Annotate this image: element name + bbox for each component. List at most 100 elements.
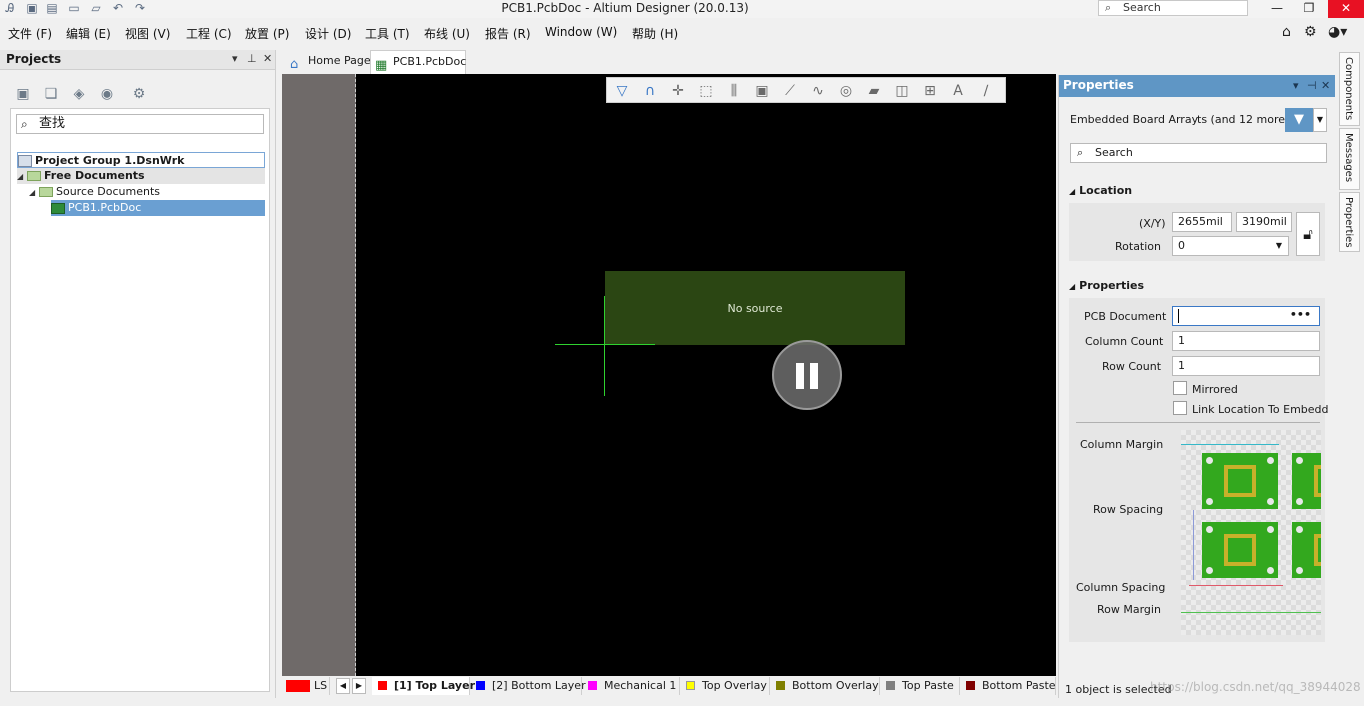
location-section-header[interactable]: ◢ Location — [1069, 184, 1132, 197]
y-input[interactable]: 3190mil — [1236, 212, 1292, 232]
pause-icon — [810, 363, 818, 389]
restore-button[interactable]: ❐ — [1294, 0, 1324, 18]
row-count-input[interactable]: 1 — [1172, 356, 1320, 376]
layer-tab-bottom-paste[interactable]: Bottom Paste — [960, 677, 1056, 695]
properties-section-header[interactable]: ◢ Properties — [1069, 279, 1144, 292]
align-icon[interactable]: ⫼ — [725, 82, 743, 100]
layer-tab-label: Bottom Overlay — [792, 679, 879, 692]
gear-icon[interactable]: ⚙ — [1304, 24, 1317, 40]
more-options-icon[interactable]: ••• — [1290, 306, 1311, 324]
x-input[interactable]: 2655mil — [1172, 212, 1232, 232]
layer-tab-bottom-overlay[interactable]: Bottom Overlay — [770, 677, 880, 695]
tune-icon[interactable]: ∿ — [809, 82, 827, 100]
settings-icon[interactable]: ⚙ — [130, 86, 148, 104]
pin-icon[interactable]: ⊥ — [247, 52, 257, 65]
layer-tab-label: [2] Bottom Layer — [492, 679, 586, 692]
copy-doc-icon[interactable]: ❏ — [42, 86, 60, 104]
tree-source-documents-label: Source Documents — [56, 185, 160, 198]
move-icon[interactable]: ✛ — [669, 82, 687, 100]
layer-set-ls[interactable]: LS — [284, 677, 330, 695]
panel-menu-icon[interactable]: ▾ — [232, 52, 238, 65]
tab-home-label: Home Page — [308, 54, 371, 67]
layer-scroll-right-icon[interactable]: ▶ — [352, 678, 366, 694]
pcb-document-input[interactable]: ••• — [1172, 306, 1320, 326]
compile-icon[interactable]: ◈ — [70, 86, 88, 104]
magnet-icon[interactable]: ∩ — [641, 82, 659, 100]
side-tab-components[interactable]: Components — [1339, 52, 1360, 126]
select-rect-icon[interactable]: ⬚ — [697, 82, 715, 100]
tab-home-page[interactable]: ⌂ Home Page — [286, 50, 371, 74]
embedded-board-array[interactable]: No source — [605, 271, 905, 345]
side-tab-properties[interactable]: Properties — [1339, 192, 1360, 252]
tree-project-group[interactable]: Project Group 1.DsnWrk — [17, 152, 265, 168]
link-location-checkbox[interactable] — [1173, 401, 1187, 415]
panel-close-icon[interactable]: ✕ — [1321, 79, 1330, 92]
panel-menu-icon[interactable]: ▾ — [1293, 79, 1299, 92]
layer-tab-mechanical1[interactable]: Mechanical 1 — [582, 677, 680, 695]
route-icon[interactable]: ⟋ — [781, 82, 799, 100]
menu-help[interactable]: 帮助 (H) — [632, 25, 678, 42]
fill-icon[interactable]: ▰ — [865, 82, 883, 100]
layer-tab-top-overlay[interactable]: Top Overlay — [680, 677, 770, 695]
close-window-button[interactable]: ✕ — [1328, 0, 1364, 18]
tree-free-documents[interactable]: ◢ Free Documents — [17, 168, 265, 184]
menu-tools[interactable]: 工具 (T) — [365, 25, 410, 42]
tab-pcb-label: PCB1.PcbDoc — [393, 55, 467, 68]
expand-arrow-icon[interactable]: ◢ — [29, 185, 39, 200]
user-icon[interactable]: ◕▾ — [1328, 24, 1347, 40]
menu-place[interactable]: 放置 (P) — [245, 25, 289, 42]
dimension-icon[interactable]: ⊞ — [921, 82, 939, 100]
pcb-canvas[interactable]: ▽ ∩ ✛ ⬚ ⫼ ▣ ⟋ ∿ ◎ ▰ ◫ ⊞ A ∕ No source — [282, 74, 1056, 676]
active-bar-toolbar: ▽ ∩ ✛ ⬚ ⫼ ▣ ⟋ ∿ ◎ ▰ ◫ ⊞ A ∕ — [606, 77, 1006, 103]
pause-button[interactable] — [772, 340, 842, 410]
menu-route[interactable]: 布线 (U) — [424, 25, 470, 42]
lock-button[interactable]: 🔓︎ — [1296, 212, 1320, 256]
filter-icon: ▼ — [1294, 112, 1304, 127]
chevron-down-icon: ▼ — [1316, 115, 1324, 124]
layer-tab-bottom[interactable]: [2] Bottom Layer — [470, 677, 586, 695]
tree-pcb-doc-label: PCB1.PcbDoc — [68, 201, 142, 214]
projects-search-placeholder: 查找 — [39, 116, 66, 131]
menu-window[interactable]: Window (W) — [545, 25, 617, 39]
filter-button[interactable]: ▼ — [1285, 108, 1313, 132]
filter-icon[interactable]: ▽ — [613, 82, 631, 100]
layer-tab-top-paste[interactable]: Top Paste — [880, 677, 960, 695]
layer-color-swatch — [886, 681, 895, 690]
chevron-down-icon: ▼ — [1275, 241, 1282, 250]
properties-search-placeholder: Search — [1095, 146, 1133, 159]
line-icon[interactable]: ∕ — [977, 82, 995, 100]
title-search-input[interactable]: ⌕ Search — [1098, 0, 1248, 16]
tree-source-documents[interactable]: ◢ Source Documents — [29, 184, 265, 200]
filter-dropdown-button[interactable]: ▼ — [1313, 108, 1327, 132]
menu-view[interactable]: 视图 (V) — [125, 25, 170, 42]
rotation-select[interactable]: 0 ▼ — [1172, 236, 1289, 256]
layer-tab-top[interactable]: [1] Top Layer — [372, 677, 475, 695]
save-project-icon[interactable]: ▣ — [14, 86, 32, 104]
menu-reports[interactable]: 报告 (R) — [485, 25, 531, 42]
properties-search-input[interactable]: ⌕ Search — [1070, 143, 1327, 163]
home-icon[interactable]: ⌂ — [1282, 24, 1291, 40]
tab-pcb-doc[interactable]: ▦ PCB1.PcbDoc — [370, 50, 466, 74]
pin-icon[interactable]: ⊣ — [1307, 79, 1317, 92]
project-options-icon[interactable]: ◉ — [98, 86, 116, 104]
via-icon[interactable]: ◎ — [837, 82, 855, 100]
projects-tree: ⌕ 查找 Project Group 1.DsnWrk ◢ Free Docume… — [10, 108, 270, 692]
menu-edit[interactable]: 编辑 (E) — [66, 25, 111, 42]
title-search-placeholder: Search — [1123, 1, 1161, 14]
minimize-button[interactable]: — — [1262, 0, 1292, 18]
tree-pcb-doc[interactable]: PCB1.PcbDoc — [51, 200, 265, 216]
layer-color-swatch — [686, 681, 695, 690]
expand-arrow-icon[interactable]: ◢ — [17, 169, 27, 184]
projects-search-input[interactable]: ⌕ 查找 — [16, 114, 264, 134]
text-icon[interactable]: A — [949, 82, 967, 100]
menu-design[interactable]: 设计 (D) — [305, 25, 351, 42]
component-icon[interactable]: ▣ — [753, 82, 771, 100]
menu-file[interactable]: 文件 (F) — [8, 25, 52, 42]
menu-project[interactable]: 工程 (C) — [186, 25, 232, 42]
mirrored-checkbox[interactable] — [1173, 381, 1187, 395]
region-icon[interactable]: ◫ — [893, 82, 911, 100]
panel-close-icon[interactable]: ✕ — [263, 52, 272, 65]
side-tab-messages[interactable]: Messages — [1339, 128, 1360, 190]
layer-scroll-left-icon[interactable]: ◀ — [336, 678, 350, 694]
column-count-input[interactable]: 1 — [1172, 331, 1320, 351]
